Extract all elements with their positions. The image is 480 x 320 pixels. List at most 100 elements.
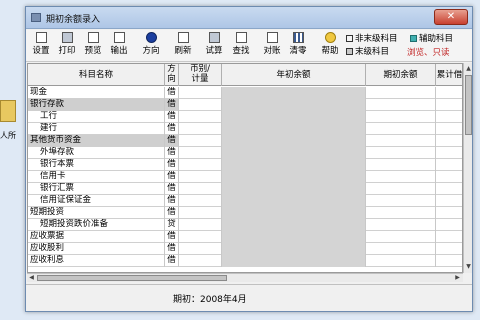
table-row[interactable]: 信用卡借 (28, 171, 462, 183)
initial-balance-cell[interactable] (366, 243, 436, 255)
cumulative-debit-cell[interactable] (436, 147, 462, 159)
currency-cell[interactable] (179, 207, 222, 219)
direction-cell[interactable]: 借 (165, 87, 179, 99)
currency-cell[interactable] (179, 87, 222, 99)
currency-cell[interactable] (179, 135, 222, 147)
cumulative-debit-cell[interactable] (436, 219, 462, 231)
currency-cell[interactable] (179, 147, 222, 159)
scroll-down-icon[interactable]: ▼ (465, 262, 472, 271)
account-name-cell[interactable]: 银行存款 (28, 99, 165, 111)
year-begin-cell[interactable] (222, 111, 366, 123)
table-row[interactable]: 银行汇票借 (28, 183, 462, 195)
currency-cell[interactable] (179, 219, 222, 231)
year-begin-cell[interactable] (222, 195, 366, 207)
header-direction[interactable]: 方 向 (165, 64, 179, 86)
cumulative-debit-cell[interactable] (436, 195, 462, 207)
currency-cell[interactable] (179, 255, 222, 267)
scroll-up-icon[interactable]: ▲ (465, 64, 472, 73)
year-begin-cell[interactable] (222, 99, 366, 111)
year-begin-cell[interactable] (222, 219, 366, 231)
direction-button[interactable]: 方向 (140, 31, 162, 61)
cumulative-debit-cell[interactable] (436, 135, 462, 147)
desktop-icon-label[interactable]: 人所 (0, 130, 16, 141)
initial-balance-cell[interactable] (366, 195, 436, 207)
table-row[interactable]: 银行本票借 (28, 159, 462, 171)
year-begin-cell[interactable] (222, 159, 366, 171)
horizontal-scrollbar[interactable]: ◀ ▶ (27, 273, 463, 282)
cumulative-debit-cell[interactable] (436, 255, 462, 267)
cumulative-debit-cell[interactable] (436, 171, 462, 183)
account-name-cell[interactable]: 建行 (28, 123, 165, 135)
header-initial[interactable]: 期初余额 (366, 64, 436, 86)
header-cumulative[interactable]: 累计借 (436, 64, 462, 86)
initial-balance-cell[interactable] (366, 111, 436, 123)
account-name-cell[interactable]: 其他货币资金 (28, 135, 165, 147)
preview-button[interactable]: 预览 (82, 31, 104, 61)
currency-cell[interactable] (179, 231, 222, 243)
cumulative-debit-cell[interactable] (436, 123, 462, 135)
direction-cell[interactable]: 借 (165, 195, 179, 207)
currency-cell[interactable] (179, 99, 222, 111)
initial-balance-cell[interactable] (366, 219, 436, 231)
initial-balance-cell[interactable] (366, 87, 436, 99)
cumulative-debit-cell[interactable] (436, 99, 462, 111)
direction-cell[interactable]: 借 (165, 147, 179, 159)
refresh-button[interactable]: 刷新 (172, 31, 194, 61)
currency-cell[interactable] (179, 183, 222, 195)
account-name-cell[interactable]: 短期投资跌价准备 (28, 219, 165, 231)
account-name-cell[interactable]: 信用卡 (28, 171, 165, 183)
direction-cell[interactable]: 贷 (165, 219, 179, 231)
direction-cell[interactable]: 借 (165, 123, 179, 135)
currency-cell[interactable] (179, 159, 222, 171)
direction-cell[interactable]: 借 (165, 183, 179, 195)
year-begin-cell[interactable] (222, 183, 366, 195)
table-row[interactable]: 应收股利借 (28, 243, 462, 255)
initial-balance-cell[interactable] (366, 231, 436, 243)
year-begin-cell[interactable] (222, 87, 366, 99)
initial-balance-cell[interactable] (366, 135, 436, 147)
print-button[interactable]: 打印 (56, 31, 78, 61)
direction-cell[interactable]: 借 (165, 111, 179, 123)
initial-balance-cell[interactable] (366, 207, 436, 219)
account-name-cell[interactable]: 应收利息 (28, 255, 165, 267)
header-year-begin[interactable]: 年初余额 (222, 64, 366, 86)
account-name-cell[interactable]: 应收股利 (28, 243, 165, 255)
cumulative-debit-cell[interactable] (436, 183, 462, 195)
currency-cell[interactable] (179, 243, 222, 255)
initial-balance-cell[interactable] (366, 171, 436, 183)
help-button[interactable]: 帮助 (319, 31, 341, 61)
direction-cell[interactable]: 借 (165, 159, 179, 171)
clear-button[interactable]: 清零 (287, 31, 309, 61)
currency-cell[interactable] (179, 111, 222, 123)
cumulative-debit-cell[interactable] (436, 87, 462, 99)
direction-cell[interactable]: 借 (165, 207, 179, 219)
cumulative-debit-cell[interactable] (436, 231, 462, 243)
cumulative-debit-cell[interactable] (436, 111, 462, 123)
folder-icon[interactable] (0, 100, 16, 122)
year-begin-cell[interactable] (222, 123, 366, 135)
table-row[interactable]: 短期投资借 (28, 207, 462, 219)
year-begin-cell[interactable] (222, 147, 366, 159)
reconcile-button[interactable]: 对账 (261, 31, 283, 61)
direction-cell[interactable]: 借 (165, 255, 179, 267)
direction-cell[interactable]: 借 (165, 231, 179, 243)
table-row[interactable]: 银行存款借 (28, 99, 462, 111)
table-row[interactable]: 应收利息借 (28, 255, 462, 267)
initial-balance-cell[interactable] (366, 147, 436, 159)
table-row[interactable]: 外埠存款借 (28, 147, 462, 159)
find-button[interactable]: 查找 (230, 31, 252, 61)
currency-cell[interactable] (179, 195, 222, 207)
cumulative-debit-cell[interactable] (436, 159, 462, 171)
direction-cell[interactable]: 借 (165, 135, 179, 147)
initial-balance-cell[interactable] (366, 123, 436, 135)
year-begin-cell[interactable] (222, 231, 366, 243)
year-begin-cell[interactable] (222, 171, 366, 183)
account-name-cell[interactable]: 应收票据 (28, 231, 165, 243)
account-name-cell[interactable]: 短期投资 (28, 207, 165, 219)
currency-cell[interactable] (179, 123, 222, 135)
account-name-cell[interactable]: 现金 (28, 87, 165, 99)
table-row[interactable]: 应收票据借 (28, 231, 462, 243)
title-bar[interactable]: 期初余额录入 ✕ (26, 7, 472, 29)
scroll-left-icon[interactable]: ◀ (27, 274, 36, 282)
table-row[interactable]: 信用证保证金借 (28, 195, 462, 207)
